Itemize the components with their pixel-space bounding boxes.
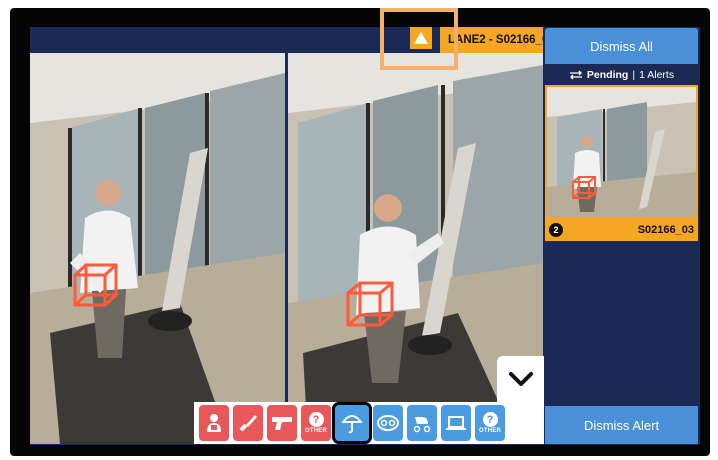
warning-highlight xyxy=(380,8,458,70)
threat-person-button[interactable] xyxy=(199,405,229,441)
alert-thumbnail-id: S02166_03 xyxy=(637,224,694,236)
threat-other-label: OTHER xyxy=(305,428,327,434)
knife-icon xyxy=(239,415,257,432)
threat-knife-button[interactable] xyxy=(233,405,263,441)
classification-toolbar: ? OTHER ? OTHER xyxy=(194,402,544,444)
benign-other-button[interactable]: ? OTHER xyxy=(475,405,505,441)
gun-icon xyxy=(272,417,292,430)
umbrella-icon xyxy=(342,415,362,434)
benign-stroller-button[interactable] xyxy=(407,405,437,441)
pending-separator: | xyxy=(632,69,636,81)
camera-view-left[interactable] xyxy=(30,53,285,444)
pending-label: Pending xyxy=(586,69,629,81)
stroller-icon xyxy=(413,417,431,433)
glasses-case-icon xyxy=(377,415,399,431)
dismiss-all-button[interactable]: Dismiss All xyxy=(545,28,698,64)
laptop-icon xyxy=(446,416,466,430)
threat-other-button[interactable]: ? OTHER xyxy=(301,405,331,441)
question-icon: ? xyxy=(482,412,498,427)
question-icon: ? xyxy=(308,412,324,427)
chevron-down-icon xyxy=(508,372,533,386)
benign-other-label: OTHER xyxy=(479,428,501,434)
alert-thumbnail-bar[interactable]: 2 S02166_03 xyxy=(545,219,698,241)
expand-toolbar-button[interactable] xyxy=(497,356,544,402)
dismiss-alert-button[interactable]: Dismiss Alert xyxy=(545,406,698,444)
alerts-count: 1 Alerts xyxy=(639,69,675,81)
swap-arrows-icon xyxy=(569,70,582,80)
alert-count-badge: 2 xyxy=(549,223,563,237)
threat-gun-button[interactable] xyxy=(267,405,297,441)
benign-glasses-case-button[interactable] xyxy=(373,405,403,441)
benign-umbrella-button[interactable] xyxy=(332,402,372,444)
alert-thumbnail[interactable] xyxy=(545,85,698,219)
pending-status[interactable]: Pending | 1 Alerts xyxy=(545,65,698,85)
person-icon xyxy=(207,414,221,432)
benign-laptop-button[interactable] xyxy=(441,405,471,441)
